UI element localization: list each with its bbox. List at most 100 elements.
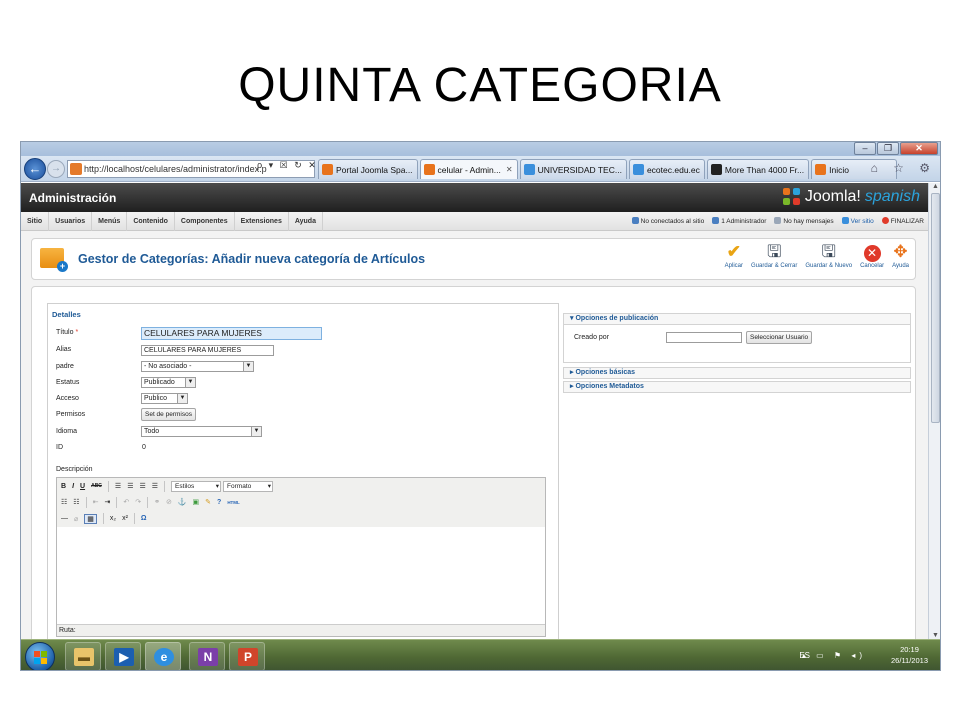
help-circle-icon[interactable]: ?	[217, 499, 221, 506]
editor-toolbar-row-3: — ⌀ ▦ x₂ x² Ω	[57, 510, 545, 527]
save-close-button[interactable]: 🖫 Guardar & Cerrar	[747, 241, 801, 269]
bullet-list-icon[interactable]: ☷	[61, 498, 67, 506]
select-user-button[interactable]: Seleccionar Usuario	[746, 331, 813, 344]
cancel-icon: ✕	[860, 241, 884, 263]
description-editor[interactable]: B I U ABC ☰ ☰ ☰ ☰ Estilos ▾ Formato ▾ ☷ ☷ …	[56, 477, 546, 637]
onenote-icon: N	[198, 648, 218, 666]
strikethrough-icon[interactable]: ABC	[91, 483, 102, 489]
messages-status[interactable]: No hay mensajes	[774, 212, 834, 231]
save-new-button[interactable]: 🖫 Guardar & Nuevo	[801, 241, 856, 269]
onenote-taskbar-button[interactable]: N	[189, 642, 225, 670]
vertical-scrollbar[interactable]: ▲ ▼	[928, 183, 940, 639]
view-site-text: Ver sitio	[850, 218, 874, 225]
apply-button[interactable]: ✔ Aplicar	[721, 241, 747, 269]
tab-portal-joomla[interactable]: Portal Joomla Spa...	[318, 159, 418, 179]
outdent-icon[interactable]: ⇤	[93, 498, 99, 506]
close-tab-icon[interactable]: ✕	[506, 161, 513, 179]
browser-tools-icons[interactable]: ⌂ ☆ ⚙	[871, 161, 936, 175]
close-window-button[interactable]: ✕	[900, 142, 938, 155]
users-icon	[631, 217, 639, 224]
special-char-icon[interactable]: Ω	[141, 515, 147, 522]
cleanup-icon[interactable]: ✎	[205, 498, 211, 506]
access-select[interactable]: Publico ▼	[141, 393, 188, 404]
separator	[164, 480, 166, 492]
superscript-icon[interactable]: x²	[122, 515, 128, 522]
status-select[interactable]: Publicado ▼	[141, 377, 196, 388]
menu-sitio[interactable]: Sitio	[21, 212, 50, 231]
scroll-thumb[interactable]	[931, 193, 940, 423]
align-center-icon[interactable]: ☰	[127, 482, 133, 490]
align-left-icon[interactable]: ☰	[115, 482, 121, 490]
tab-universidad[interactable]: UNIVERSIDAD TEC...	[519, 159, 627, 179]
title-input[interactable]: CELULARES PARA MUJERES	[141, 327, 322, 340]
align-justify-icon[interactable]: ☰	[152, 482, 158, 490]
metadata-options-header[interactable]: ▸ Opciones Metadatos	[563, 381, 911, 393]
help-button[interactable]: ✥ Ayuda	[888, 241, 913, 269]
menu-usuarios[interactable]: Usuarios	[49, 212, 93, 231]
minimize-button[interactable]: –	[854, 142, 876, 155]
menu-menus[interactable]: Menús	[92, 212, 128, 231]
tab-celular-admin[interactable]: celular - Admin... ✕	[419, 159, 518, 179]
tab-label: More Than 4000 Fr...	[724, 164, 805, 175]
tab-label: Inicio	[829, 164, 849, 175]
basic-options-header[interactable]: ▸ Opciones básicas	[563, 367, 911, 379]
bold-icon[interactable]: B	[61, 483, 66, 490]
italic-icon[interactable]: I	[72, 483, 74, 490]
media-player-taskbar-button[interactable]: ▶	[105, 642, 141, 670]
admin-title: Administración	[29, 191, 117, 205]
internet-explorer-taskbar-button[interactable]: e	[145, 642, 181, 670]
cancel-button[interactable]: ✕ Cancelar	[856, 241, 888, 269]
joomla-tab-icon	[322, 164, 333, 175]
powerpoint-taskbar-button[interactable]: P	[229, 642, 265, 670]
explorer-taskbar-button[interactable]: ▬	[65, 642, 101, 670]
link-icon[interactable]: ⚭	[154, 498, 160, 506]
redo-icon[interactable]: ↷	[135, 498, 141, 506]
address-tools[interactable]: ρ ▾ ☒ ↻ ✕	[257, 160, 318, 171]
details-legend: Detalles	[51, 310, 82, 319]
undo-icon[interactable]: ↶	[123, 498, 129, 506]
admins-status: 1 Administrador	[712, 212, 766, 231]
remove-format-icon[interactable]: ⌀	[74, 515, 78, 523]
menu-extensiones[interactable]: Extensiones	[235, 212, 289, 231]
anchor-icon[interactable]: ⚓	[178, 498, 187, 506]
align-right-icon[interactable]: ☰	[139, 482, 145, 490]
logout-text: FINALIZAR	[890, 218, 924, 225]
language-value: Todo	[144, 428, 160, 435]
permissions-button[interactable]: Set de permisos	[141, 408, 196, 421]
subscript-icon[interactable]: x₂	[110, 515, 116, 522]
alias-input[interactable]: CELULARES PARA MUJERES	[141, 345, 274, 356]
publishing-options-header[interactable]: ▾ Opciones de publicación	[563, 313, 911, 325]
separator	[85, 496, 87, 508]
save-close-label: Guardar & Cerrar	[751, 263, 798, 269]
page-title: Gestor de Categorías: Añadir nueva categ…	[78, 252, 426, 266]
tab-more-than-4000[interactable]: More Than 4000 Fr...	[706, 159, 810, 179]
unlink-icon[interactable]: ⊘	[166, 498, 172, 506]
screenshot: – ❐ ✕ ← → http://localhost/celulares/adm…	[20, 141, 941, 671]
underline-icon[interactable]: U	[80, 483, 85, 490]
menu-componentes[interactable]: Componentes	[175, 212, 235, 231]
menu-contenido[interactable]: Contenido	[127, 212, 175, 231]
image-icon[interactable]: ▣	[193, 498, 200, 506]
created-by-input[interactable]	[666, 332, 742, 343]
forward-button[interactable]: →	[47, 160, 65, 178]
html-source-button[interactable]: HTML	[227, 500, 240, 505]
view-site-link[interactable]: Ver sitio	[841, 212, 874, 231]
format-dropdown[interactable]: Formato ▾	[223, 480, 274, 492]
scroll-down-icon[interactable]: ▼	[932, 632, 939, 639]
restore-button[interactable]: ❐	[877, 142, 899, 155]
styles-dropdown[interactable]: Estilos ▾	[171, 480, 222, 492]
horizontal-rule-icon[interactable]: —	[61, 515, 68, 522]
language-select[interactable]: Todo ▼	[141, 426, 262, 437]
visual-aid-icon[interactable]: ▦	[84, 513, 97, 524]
back-button[interactable]: ←	[24, 158, 46, 180]
indent-icon[interactable]: ⇥	[104, 498, 110, 506]
tab-ecotec[interactable]: ecotec.edu.ec	[628, 159, 705, 179]
logout-link[interactable]: FINALIZAR	[881, 212, 924, 231]
system-clock[interactable]: 20:19 26/11/2013	[891, 644, 928, 666]
numbered-list-icon[interactable]: ☷	[73, 498, 79, 506]
tray-icons[interactable]: ▴ ▭ ⚑ ◂)	[802, 651, 866, 660]
scroll-up-icon[interactable]: ▲	[932, 183, 939, 190]
start-button[interactable]	[25, 642, 55, 670]
menu-ayuda[interactable]: Ayuda	[289, 212, 323, 231]
parent-select[interactable]: - No asociado - ▼	[141, 361, 254, 372]
